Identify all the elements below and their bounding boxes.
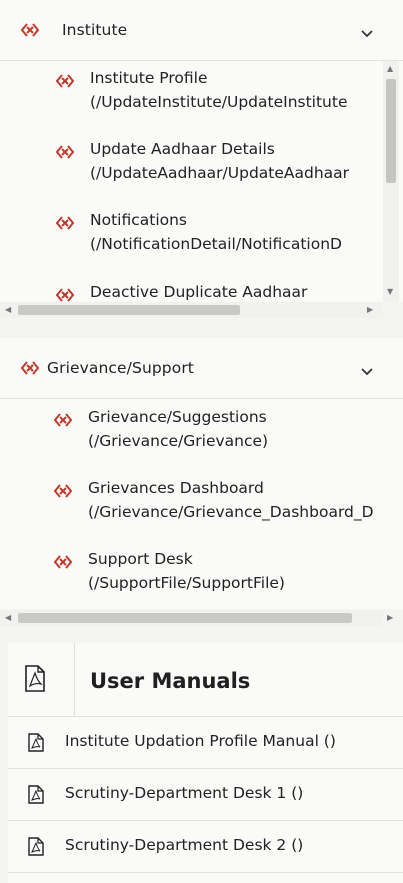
institute-header[interactable]: Institute <box>0 0 403 61</box>
scroll-left-icon[interactable]: ◀ <box>5 305 11 314</box>
menu-item-label: Grievances Dashboard <box>88 479 264 497</box>
menu-item-label: Notifications <box>90 211 188 229</box>
diamond-link-icon <box>55 73 75 92</box>
diamond-link-icon <box>55 144 75 163</box>
grievance-title: Grievance/Support <box>47 359 194 377</box>
menu-item-path: (/UpdateInstitute/UpdateInstitute <box>90 93 348 111</box>
diamond-link-icon <box>20 360 40 379</box>
grievance-menu-list: Grievance/Suggestions (/Grievance/Grieva… <box>0 399 403 609</box>
manual-row-institute-updation[interactable]: Institute Updation Profile Manual () <box>8 717 403 769</box>
diamond-link-icon <box>55 287 75 302</box>
scroll-right-icon[interactable]: ▶ <box>387 613 393 622</box>
pdf-file-icon <box>28 785 44 808</box>
horizontal-scrollbar[interactable]: ◀ ▶ <box>0 302 383 318</box>
vertical-scrollbar[interactable]: ▲ ▼ <box>383 61 399 302</box>
menu-item-label: Institute Profile <box>90 69 208 87</box>
menu-item-path: (/Grievance/Grievance) <box>88 432 269 450</box>
menu-item-label: Update Aadhaar Details <box>90 140 275 158</box>
menu-item-path: (/UpdateAadhaar/UpdateAadhaar <box>90 164 350 182</box>
menu-item-label: Grievance/Suggestions <box>88 408 267 426</box>
institute-menu-list: Institute Profile (/UpdateInstitute/Upda… <box>0 61 403 302</box>
diamond-link-icon <box>20 22 40 41</box>
diamond-link-icon <box>53 412 73 431</box>
chevron-down-icon[interactable] <box>360 362 374 381</box>
scrollbar-thumb[interactable] <box>18 613 352 623</box>
menu-item-path: (/Grievance/Grievance_Dashboard_D <box>88 503 374 521</box>
institute-title: Institute <box>62 21 128 39</box>
manual-link[interactable]: Scrutiny-Department Desk 1 () <box>65 784 303 802</box>
menu-item-path: (/NotificationDetail/NotificationD <box>90 235 342 253</box>
menu-item-label: Support Desk <box>88 550 193 568</box>
manual-row-scrutiny-desk-1[interactable]: Scrutiny-Department Desk 1 () <box>8 769 403 821</box>
scrollbar-thumb[interactable] <box>386 79 396 183</box>
diamond-link-icon <box>55 215 75 234</box>
manual-link[interactable]: Scrutiny-Department Desk 2 () <box>65 836 303 854</box>
user-manuals-title: User Manuals <box>90 669 251 693</box>
menu-item-label: Deactive Duplicate Aadhaar <box>90 283 308 301</box>
pdf-file-icon <box>28 733 44 756</box>
scroll-down-icon[interactable]: ▼ <box>387 287 393 296</box>
user-manuals-panel: User Manuals Institute Updation Profile … <box>8 643 403 883</box>
scroll-up-icon[interactable]: ▲ <box>387 64 393 73</box>
pdf-file-icon <box>28 837 44 860</box>
diamond-link-icon <box>53 483 73 502</box>
scroll-right-icon[interactable]: ▶ <box>367 305 373 314</box>
user-manuals-header: User Manuals <box>8 643 403 717</box>
scroll-left-icon[interactable]: ◀ <box>5 613 11 622</box>
diamond-link-icon <box>53 554 73 573</box>
grievance-header[interactable]: Grievance/Support <box>0 338 403 399</box>
chevron-down-icon[interactable] <box>360 24 374 43</box>
horizontal-scrollbar[interactable]: ◀ ▶ <box>0 610 393 626</box>
manual-link[interactable]: Institute Updation Profile Manual () <box>65 732 336 750</box>
manual-row-scrutiny-desk-2[interactable]: Scrutiny-Department Desk 2 () <box>8 821 403 873</box>
pdf-file-icon <box>8 643 75 716</box>
scrollbar-thumb[interactable] <box>18 305 240 315</box>
menu-item-path: (/SupportFile/SupportFile) <box>88 574 285 592</box>
